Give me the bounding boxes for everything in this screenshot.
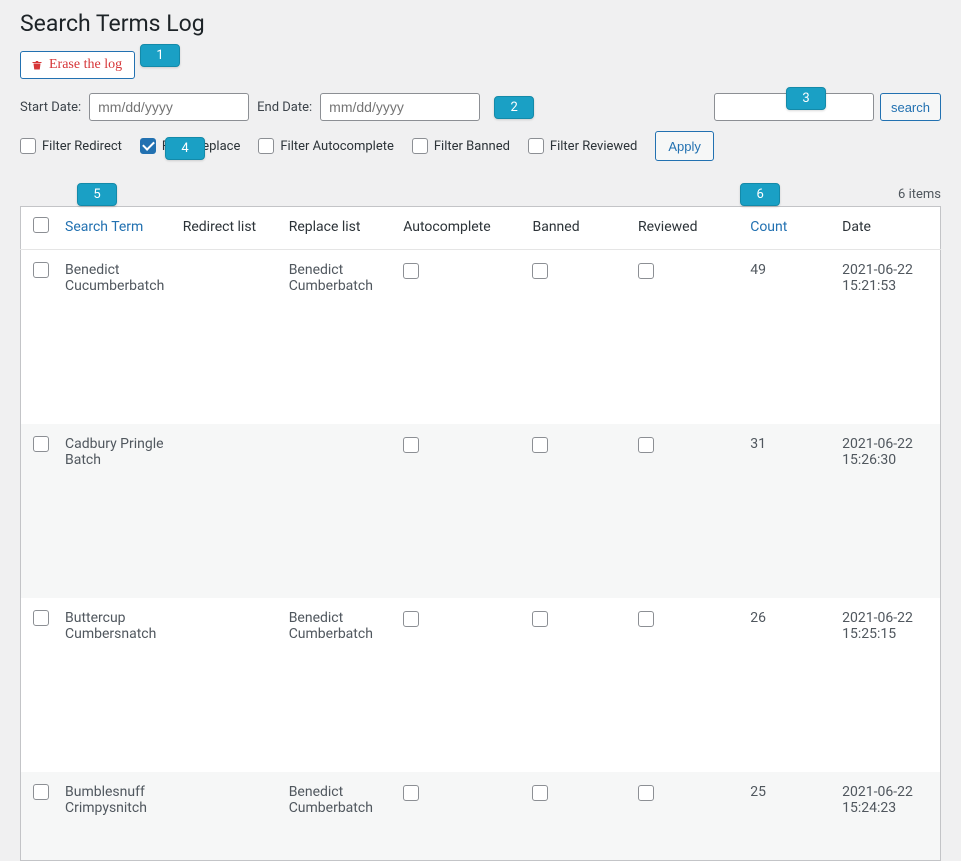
cell-replace [281,424,396,598]
annotation-marker-2: 2 [494,96,534,119]
row-select-checkbox[interactable] [33,262,49,278]
row-reviewed-checkbox[interactable] [638,611,654,627]
annotation-marker-3: 3 [786,87,826,110]
row-select-checkbox[interactable] [33,436,49,452]
table-row: Benedict Cucumberbatch Benedict Cumberba… [21,250,941,425]
page-title: Search Terms Log [20,10,941,37]
row-autocomplete-checkbox[interactable] [403,611,419,627]
filter-banned-label: Filter Banned [434,139,510,154]
col-redirect-list: Redirect list [175,207,281,250]
table-row: Bumblesnuff Crimpysnitch Benedict Cumber… [21,772,941,861]
col-count[interactable]: Count [750,219,787,235]
cell-count: 25 [742,772,834,861]
filter-reviewed[interactable]: Filter Reviewed [528,138,637,154]
col-reviewed: Reviewed [630,207,742,250]
cell-redirect [175,772,281,861]
col-banned: Banned [524,207,630,250]
cell-replace: Benedict Cumberbatch [281,772,396,861]
cell-count: 26 [742,598,834,772]
filter-replace-checkbox[interactable] [140,138,156,154]
cell-term: Bumblesnuff Crimpysnitch [57,772,175,861]
cell-date: 2021-06-22 15:25:15 [834,598,940,772]
filter-redirect-label: Filter Redirect [42,139,122,154]
table-row: Cadbury Pringle Batch 31 2021-06-22 15:2… [21,424,941,598]
log-table: 5 Search Term Redirect list Replace list… [20,206,941,861]
end-date-input[interactable] [320,93,480,121]
row-autocomplete-checkbox[interactable] [403,263,419,279]
search-box: 3 search [714,93,941,121]
cell-count: 31 [742,424,834,598]
select-all-checkbox[interactable] [33,217,49,233]
table-header-row: 5 Search Term Redirect list Replace list… [21,207,941,250]
filter-redirect[interactable]: Filter Redirect [20,138,122,154]
apply-button[interactable]: Apply [655,131,714,161]
table-row: Buttercup Cumbersnatch Benedict Cumberba… [21,598,941,772]
row-banned-checkbox[interactable] [532,785,548,801]
filter-autocomplete[interactable]: Filter Autocomplete [258,138,394,154]
annotation-marker-1: 1 [140,44,180,67]
checkbox-filter-row: Filter Redirect Filter Replace Filter Au… [20,131,941,161]
annotation-marker-5: 5 [77,183,117,206]
end-date-label: End Date: [257,100,312,115]
row-banned-checkbox[interactable] [532,263,548,279]
row-banned-checkbox[interactable] [532,437,548,453]
col-search-term[interactable]: Search Term [65,219,143,235]
cell-term: Buttercup Cumbersnatch [57,598,175,772]
erase-log-label: Erase the log [49,57,122,73]
start-date-input[interactable] [89,93,249,121]
filter-banned[interactable]: Filter Banned [412,138,510,154]
start-date-label: Start Date: [20,100,81,115]
filter-redirect-checkbox[interactable] [20,138,36,154]
trash-icon [31,58,43,72]
row-select-checkbox[interactable] [33,784,49,800]
top-actions: Erase the log 1 [20,51,941,79]
cell-replace: Benedict Cumberbatch [281,598,396,772]
row-reviewed-checkbox[interactable] [638,785,654,801]
row-autocomplete-checkbox[interactable] [403,437,419,453]
col-date: Date [834,207,940,250]
cell-date: 2021-06-22 15:24:23 [834,772,940,861]
cell-redirect [175,598,281,772]
cell-redirect [175,424,281,598]
cell-term: Cadbury Pringle Batch [57,424,175,598]
col-autocomplete: Autocomplete [395,207,524,250]
row-reviewed-checkbox[interactable] [638,437,654,453]
cell-term: Benedict Cucumberbatch [57,250,175,425]
row-autocomplete-checkbox[interactable] [403,785,419,801]
annotation-marker-4: 4 [165,137,205,160]
cell-date: 2021-06-22 15:21:53 [834,250,940,425]
cell-replace: Benedict Cumberbatch [281,250,396,425]
col-replace-list: Replace list [281,207,396,250]
filter-banned-checkbox[interactable] [412,138,428,154]
erase-log-button[interactable]: Erase the log [20,51,135,79]
row-select-checkbox[interactable] [33,610,49,626]
date-filter-row: Start Date: End Date: 2 3 search [20,93,941,121]
page-wrap: Search Terms Log Erase the log 1 Start D… [0,0,961,861]
items-count: 6 items [20,187,941,202]
row-banned-checkbox[interactable] [532,611,548,627]
cell-redirect [175,250,281,425]
cell-count: 49 [742,250,834,425]
cell-date: 2021-06-22 15:26:30 [834,424,940,598]
filter-autocomplete-label: Filter Autocomplete [280,139,394,154]
filter-autocomplete-checkbox[interactable] [258,138,274,154]
row-reviewed-checkbox[interactable] [638,263,654,279]
filter-reviewed-checkbox[interactable] [528,138,544,154]
filter-reviewed-label: Filter Reviewed [550,139,637,154]
search-button[interactable]: search [880,93,941,121]
annotation-marker-6: 6 [740,183,780,206]
